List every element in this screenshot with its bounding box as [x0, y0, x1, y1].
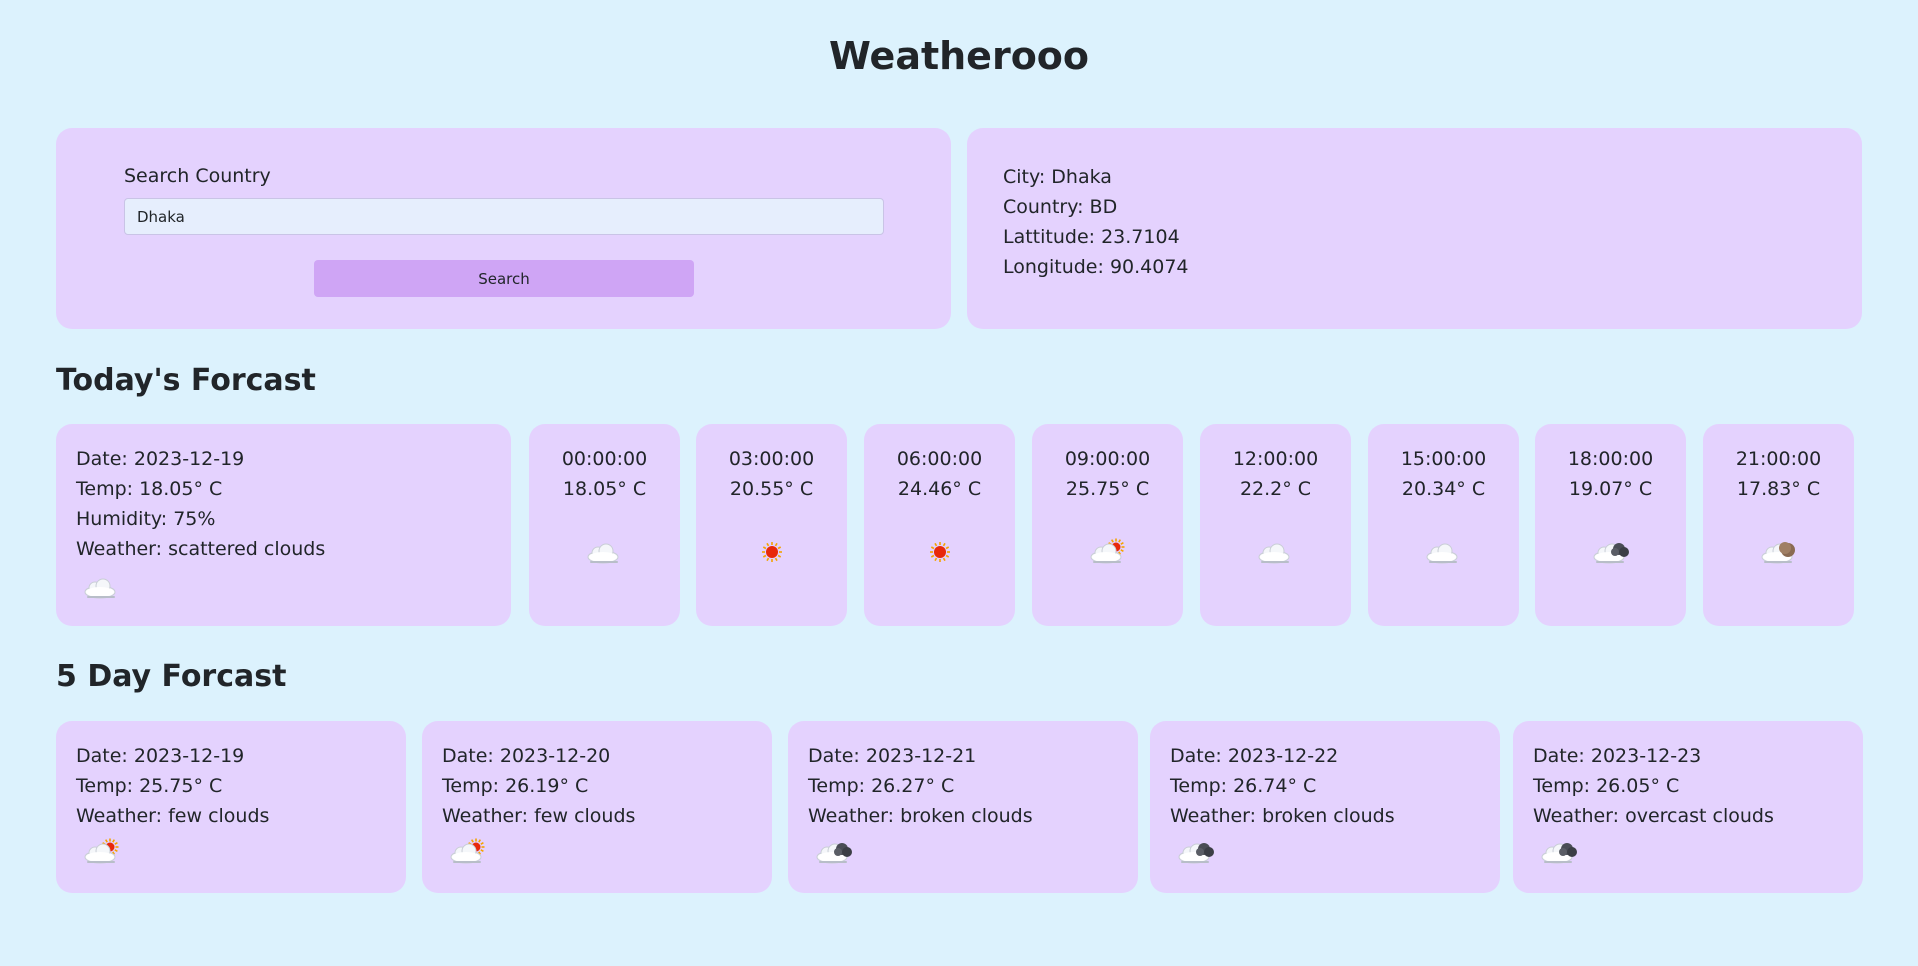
- hourly-time: 03:00:00: [728, 448, 815, 470]
- hourly-time: 21:00:00: [1735, 448, 1822, 470]
- cloud-icon: [84, 578, 116, 599]
- hourly-temp: 22.2° C: [1239, 478, 1312, 500]
- search-input[interactable]: [124, 198, 884, 235]
- todays-forecast-title: Today's Forcast: [56, 363, 316, 398]
- hourly-temp: 19.07° C: [1568, 478, 1653, 500]
- day-temp: Temp: 26.19° C: [442, 775, 589, 797]
- hourly-temp: 20.34° C: [1401, 478, 1486, 500]
- today-summary-card: Date: 2023-12-19 Temp: 18.05° C Humidity…: [56, 424, 511, 626]
- five-day-forecast-title: 5 Day Forcast: [56, 659, 287, 694]
- day-temp: Temp: 26.74° C: [1170, 775, 1317, 797]
- cloud-icon: [1426, 543, 1457, 564]
- hourly-card: 12:00:00 22.2° C: [1200, 424, 1351, 626]
- hourly-time: 15:00:00: [1400, 448, 1487, 470]
- hourly-time: 18:00:00: [1567, 448, 1654, 470]
- city-text: City: Dhaka: [1003, 166, 1112, 188]
- hourly-temp: 18.05° C: [562, 478, 647, 500]
- hourly-time: 09:00:00: [1064, 448, 1151, 470]
- cloud-icon: [1258, 543, 1289, 564]
- day-weather: Weather: overcast clouds: [1533, 805, 1774, 827]
- location-card: City: Dhaka Country: BD Lattitude: 23.71…: [967, 128, 1862, 329]
- hourly-card: 18:00:00 19.07° C: [1535, 424, 1686, 626]
- hourly-time: 06:00:00: [896, 448, 983, 470]
- cloud-sun-icon: [1090, 538, 1124, 564]
- cloud-sun-icon: [450, 838, 485, 864]
- hourly-card: 03:00:00 20.55° C: [696, 424, 847, 626]
- day-forecast-card: Date: 2023-12-20 Temp: 26.19° C Weather: f…: [422, 721, 772, 893]
- day-forecast-card: Date: 2023-12-19 Temp: 25.75° C Weather: f…: [56, 721, 406, 893]
- hourly-temp: 24.46° C: [897, 478, 982, 500]
- cloud-sun-icon: [84, 838, 119, 864]
- dark-clouds-icon: [1178, 843, 1214, 864]
- day-forecast-card: Date: 2023-12-23 Temp: 26.05° C Weather: o…: [1513, 721, 1863, 893]
- day-date: Date: 2023-12-22: [1170, 745, 1339, 767]
- country-text: Country: BD: [1003, 196, 1118, 218]
- day-forecast-card: Date: 2023-12-21 Temp: 26.27° C Weather: b…: [788, 721, 1138, 893]
- sun-icon: [929, 542, 950, 562]
- day-weather: Weather: few clouds: [442, 805, 636, 827]
- today-weather: Weather: scattered clouds: [76, 538, 326, 560]
- day-forecast-card: Date: 2023-12-22 Temp: 26.74° C Weather: b…: [1150, 721, 1500, 893]
- hourly-time: 00:00:00: [561, 448, 648, 470]
- hourly-card: 06:00:00 24.46° C: [864, 424, 1015, 626]
- day-temp: Temp: 26.27° C: [808, 775, 955, 797]
- dark-clouds-icon: [1593, 543, 1629, 564]
- today-humidity: Humidity: 75%: [76, 508, 216, 530]
- app-title: Weatherooo: [828, 34, 1090, 78]
- hourly-temp: 20.55° C: [729, 478, 814, 500]
- hourly-temp: 25.75° C: [1065, 478, 1150, 500]
- sun-icon: [761, 542, 782, 562]
- today-temp: Temp: 18.05° C: [76, 478, 223, 500]
- search-card: Search Country Search: [56, 128, 951, 329]
- day-date: Date: 2023-12-20: [442, 745, 611, 767]
- hourly-card: 00:00:00 18.05° C: [529, 424, 680, 626]
- day-date: Date: 2023-12-23: [1533, 745, 1702, 767]
- day-weather: Weather: broken clouds: [808, 805, 1033, 827]
- day-date: Date: 2023-12-19: [76, 745, 245, 767]
- day-weather: Weather: few clouds: [76, 805, 270, 827]
- hourly-time: 12:00:00: [1232, 448, 1319, 470]
- search-button[interactable]: Search: [314, 260, 694, 297]
- hourly-card: 21:00:00 17.83° C: [1703, 424, 1854, 626]
- dark-clouds-icon: [816, 843, 852, 864]
- today-date: Date: 2023-12-19: [76, 448, 245, 470]
- longitude-text: Longitude: 90.4074: [1003, 256, 1189, 278]
- dark-clouds-icon: [1541, 843, 1577, 864]
- day-temp: Temp: 26.05° C: [1533, 775, 1680, 797]
- latitude-text: Lattitude: 23.7104: [1003, 226, 1180, 248]
- search-label: Search Country: [124, 165, 271, 187]
- day-weather: Weather: broken clouds: [1170, 805, 1395, 827]
- day-temp: Temp: 25.75° C: [76, 775, 223, 797]
- day-date: Date: 2023-12-21: [808, 745, 977, 767]
- cloud-moon-icon: [1761, 542, 1795, 564]
- hourly-card: 15:00:00 20.34° C: [1368, 424, 1519, 626]
- hourly-temp: 17.83° C: [1736, 478, 1821, 500]
- cloud-icon: [587, 543, 618, 564]
- hourly-card: 09:00:00 25.75° C: [1032, 424, 1183, 626]
